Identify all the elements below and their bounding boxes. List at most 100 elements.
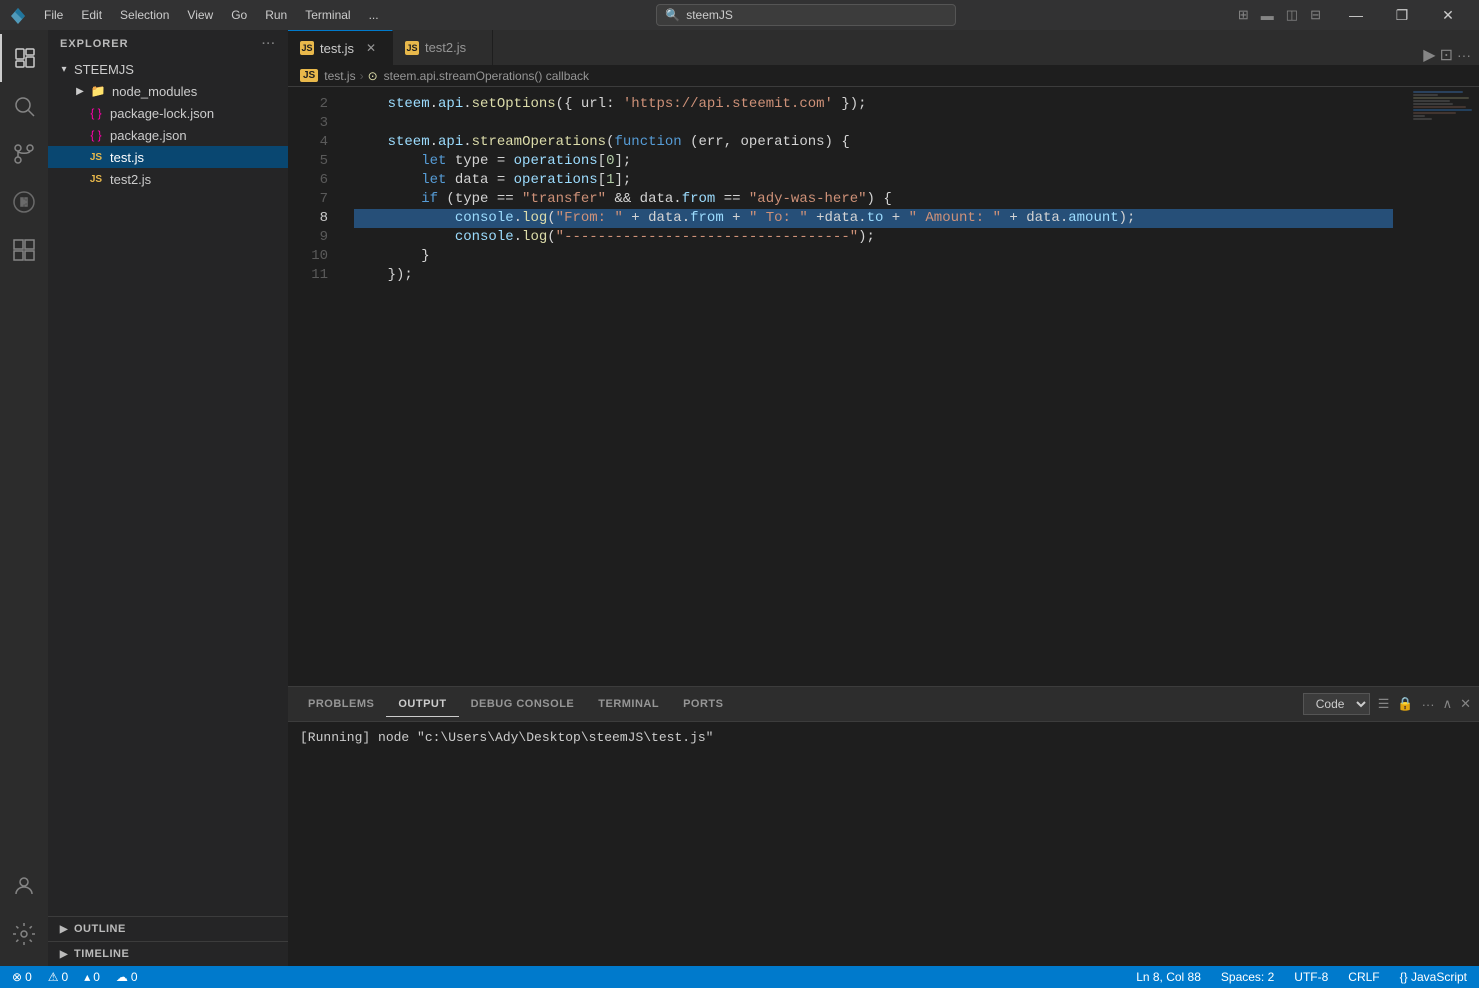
code-line-3: [354, 114, 1393, 133]
sidebar-outline-section: ▶ OUTLINE: [48, 916, 288, 941]
panel-tab-ports[interactable]: PORTS: [671, 692, 735, 717]
status-eol[interactable]: CRLF: [1344, 970, 1383, 984]
menu-go[interactable]: Go: [223, 6, 255, 24]
tab-test-js[interactable]: JS test.js ✕: [288, 30, 393, 65]
panel-tab-debug-console[interactable]: DEBUG CONSOLE: [459, 692, 587, 717]
code-token: [: [598, 152, 606, 171]
code-token: .: [463, 95, 471, 114]
panel-close-icon[interactable]: ✕: [1460, 696, 1471, 712]
tree-root-steemjs[interactable]: ▾ STEEMJS: [48, 58, 288, 80]
minimap-line: [1413, 109, 1472, 111]
menu-run[interactable]: Run: [257, 6, 295, 24]
main-layout: Explorer ··· ▾ STEEMJS ▶ 📁 node_modules …: [0, 30, 1479, 966]
activity-extensions[interactable]: [0, 226, 48, 274]
more-actions-icon[interactable]: ···: [1457, 47, 1471, 63]
maximize-button[interactable]: ❐: [1379, 0, 1425, 30]
layout-icon[interactable]: ⊞: [1234, 7, 1253, 23]
code-line-11: });: [354, 266, 1393, 285]
status-errors: 0: [25, 970, 32, 984]
window-controls: — ❐ ✕: [1333, 0, 1471, 30]
tree-item-test2-js[interactable]: JS test2.js: [48, 168, 288, 190]
status-cursor-position[interactable]: Ln 8, Col 88: [1132, 970, 1205, 984]
code-token: 'https://api.steemit.com': [623, 95, 833, 114]
tree-item-test-js[interactable]: JS test.js: [48, 146, 288, 168]
tree-item-label: package.json: [110, 128, 187, 143]
activity-settings[interactable]: [0, 910, 48, 958]
titlebar: File Edit Selection View Go Run Terminal…: [0, 0, 1479, 30]
split-editor-icon[interactable]: ⊡: [1440, 45, 1453, 65]
activity-search[interactable]: [0, 82, 48, 130]
panel-toggle-icon[interactable]: ▬: [1257, 8, 1278, 23]
activity-run-debug[interactable]: [0, 178, 48, 226]
line-num-8: 8: [298, 209, 328, 228]
json-file-icon: { }: [88, 105, 104, 121]
sidebar-timeline-header[interactable]: ▶ TIMELINE: [48, 942, 288, 966]
code-token: .: [430, 95, 438, 114]
code-token: 1: [606, 171, 614, 190]
chevron-down-icon: ▾: [56, 61, 72, 77]
tab-close-button[interactable]: ✕: [362, 39, 380, 57]
code-line-2: steem.api.setOptions({ url: 'https://api…: [354, 95, 1393, 114]
sidebar-more-icon[interactable]: ···: [262, 38, 276, 50]
timeline-label: TIMELINE: [74, 948, 129, 960]
close-button[interactable]: ✕: [1425, 0, 1471, 30]
code-token: [354, 171, 421, 190]
panel-layout-icon[interactable]: ⊟: [1306, 7, 1325, 23]
editor-content-area: 2 3 4 5 6 7 8 9 10 11 steem.api.setOptio…: [288, 87, 1479, 686]
panel-tab-terminal[interactable]: TERMINAL: [586, 692, 671, 717]
menu-terminal[interactable]: Terminal: [297, 6, 358, 24]
output-source-select[interactable]: Code: [1303, 693, 1370, 715]
code-token: amount: [1068, 209, 1118, 228]
panel-more-icon[interactable]: ···: [1422, 697, 1435, 712]
status-encoding[interactable]: UTF-8: [1290, 970, 1332, 984]
activity-explorer[interactable]: [0, 34, 48, 82]
code-line-10: }: [354, 247, 1393, 266]
panel-list-icon[interactable]: ☰: [1378, 696, 1390, 712]
panel-content: [Running] node "c:\Users\Ady\Desktop\ste…: [288, 722, 1479, 966]
code-token: "----------------------------------": [556, 228, 858, 247]
status-info[interactable]: ▴ 0: [80, 970, 104, 984]
menu-file[interactable]: File: [36, 6, 71, 24]
code-token: [354, 190, 421, 209]
minimap-line: [1413, 97, 1469, 99]
status-warnings[interactable]: ⚠ 0: [44, 970, 72, 984]
line-num-9: 9: [298, 228, 328, 247]
search-icon: 🔍: [665, 8, 680, 22]
menu-selection[interactable]: Selection: [112, 6, 177, 24]
git-branch-icon: ⊗: [12, 970, 22, 984]
code-token: );: [1119, 209, 1136, 228]
status-right: Ln 8, Col 88 Spaces: 2 UTF-8 CRLF {} Jav…: [1132, 970, 1471, 984]
tree-item-package-lock[interactable]: { } package-lock.json: [48, 102, 288, 124]
menu-view[interactable]: View: [179, 6, 221, 24]
line-num-6: 6: [298, 171, 328, 190]
menu-edit[interactable]: Edit: [73, 6, 110, 24]
line-num-4: 4: [298, 133, 328, 152]
status-git-icon[interactable]: ⊗ 0: [8, 970, 36, 984]
minimize-button[interactable]: —: [1333, 0, 1379, 30]
code-token: if: [421, 190, 438, 209]
sidebar-outline-header[interactable]: ▶ OUTLINE: [48, 917, 288, 941]
tab-test2-js[interactable]: JS test2.js: [393, 30, 493, 65]
breadcrumb-function[interactable]: steem.api.streamOperations() callback: [384, 69, 589, 83]
tree-item-node-modules[interactable]: ▶ 📁 node_modules: [48, 80, 288, 102]
code-token: streamOperations: [472, 133, 606, 152]
code-line-8: console.log("From: " + data.from + " To:…: [354, 209, 1393, 228]
minimap-line: [1413, 115, 1425, 117]
code-token: api: [438, 133, 463, 152]
panel-tab-problems[interactable]: PROBLEMS: [296, 692, 386, 717]
panel-tab-output[interactable]: OUTPUT: [386, 692, 458, 717]
menu-more[interactable]: ...: [361, 6, 387, 24]
panel-lock-icon[interactable]: 🔒: [1397, 696, 1413, 712]
run-icon[interactable]: ▶: [1423, 45, 1435, 65]
status-sync[interactable]: ☁ 0: [112, 970, 142, 984]
breadcrumb-file[interactable]: test.js: [324, 69, 355, 83]
search-box[interactable]: 🔍 steemJS: [656, 4, 956, 26]
status-indent[interactable]: Spaces: 2: [1217, 970, 1278, 984]
status-language[interactable]: {} JavaScript: [1396, 970, 1471, 984]
activity-accounts[interactable]: [0, 862, 48, 910]
activity-source-control[interactable]: [0, 130, 48, 178]
sidebar-toggle-icon[interactable]: ◫: [1282, 7, 1302, 23]
code-editor[interactable]: 2 3 4 5 6 7 8 9 10 11 steem.api.setOptio…: [288, 87, 1409, 686]
tree-item-package-json[interactable]: { } package.json: [48, 124, 288, 146]
panel-collapse-icon[interactable]: ∧: [1443, 696, 1453, 712]
